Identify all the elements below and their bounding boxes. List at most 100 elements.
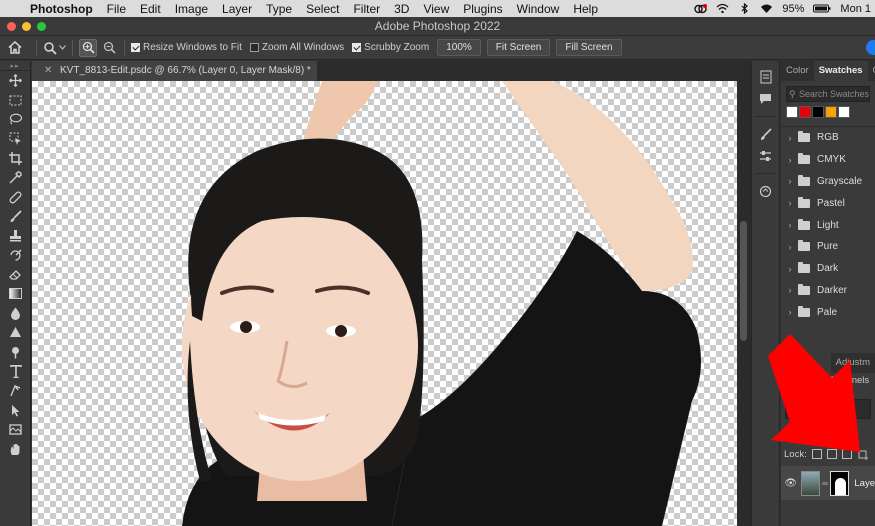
zoom-all-windows-checkbox[interactable]: Zoom All Windows — [249, 42, 344, 53]
swatch-group-pastel[interactable]: › Pastel — [781, 192, 875, 214]
checkbox-unchecked[interactable] — [249, 43, 259, 52]
clone-stamp-tool-icon[interactable] — [0, 226, 31, 245]
chevron-right-icon[interactable]: › — [784, 285, 796, 295]
move-tool-icon[interactable] — [0, 71, 31, 90]
type-tool-icon[interactable] — [0, 362, 31, 381]
adjustments-panel-icon[interactable] — [752, 145, 779, 167]
toolbox-grip[interactable]: ▸▸ — [0, 61, 30, 71]
object-select-tool-icon[interactable] — [0, 129, 31, 148]
crop-tool-icon[interactable] — [0, 149, 31, 168]
brush-tool-icon[interactable] — [0, 207, 31, 226]
zoom-tool-icon[interactable] — [0, 439, 31, 458]
wifi-extra-icon[interactable] — [716, 3, 729, 14]
gradient-tool-icon[interactable] — [0, 284, 31, 303]
close-document-icon[interactable]: ✕ — [44, 61, 52, 81]
zoom-100-button[interactable]: 100% — [437, 39, 481, 56]
path-select-tool-icon[interactable] — [0, 381, 31, 400]
eyedropper-tool-icon[interactable] — [0, 168, 31, 187]
swatch-group-darker[interactable]: › Darker — [781, 280, 875, 302]
share-button[interactable] — [866, 40, 875, 55]
chevron-right-icon[interactable]: › — [784, 242, 796, 252]
minimize-window-button[interactable] — [22, 22, 31, 31]
marquee-tool-icon[interactable] — [0, 90, 31, 109]
zoom-tool-preset[interactable] — [43, 41, 66, 55]
history-brush-tool-icon[interactable] — [0, 246, 31, 265]
creative-cloud-icon[interactable] — [694, 3, 708, 14]
comments-panel-icon[interactable] — [752, 88, 779, 110]
app-menu[interactable]: Photoshop — [30, 2, 93, 16]
scrubby-zoom-checkbox[interactable]: Scrubby Zoom — [352, 42, 429, 53]
pen-tool-icon[interactable] — [0, 342, 31, 361]
brush-settings-panel-icon[interactable] — [752, 123, 779, 145]
resize-windows-checkbox[interactable]: Resize Windows to Fit — [131, 42, 242, 53]
zoom-window-button[interactable] — [37, 22, 46, 31]
swatch-group-cmyk[interactable]: › CMYK — [781, 149, 875, 171]
menu-file[interactable]: File — [107, 2, 126, 16]
swatch-group-pale[interactable]: › Pale — [781, 301, 875, 323]
menu-edit[interactable]: Edit — [140, 2, 161, 16]
tab-color[interactable]: Color — [781, 61, 814, 81]
menu-select[interactable]: Select — [306, 2, 339, 16]
chevron-right-icon[interactable]: › — [784, 176, 796, 186]
eraser-tool-icon[interactable] — [0, 265, 31, 284]
wifi-icon[interactable] — [760, 3, 773, 14]
menu-layer[interactable]: Layer — [222, 2, 252, 16]
mask-link-icon[interactable]: ∞ — [822, 479, 828, 488]
fill-screen-button[interactable]: Fill Screen — [556, 39, 622, 56]
layer-name[interactable]: Laye — [854, 478, 875, 489]
visibility-eye-icon[interactable]: 👁 — [781, 478, 801, 489]
recent-swatch[interactable] — [786, 106, 798, 118]
swatch-group-light[interactable]: › Light — [781, 214, 875, 236]
tab-swatches[interactable]: Swatches — [813, 61, 868, 81]
chevron-right-icon[interactable]: › — [784, 307, 796, 317]
blur-tool-icon[interactable] — [0, 304, 31, 323]
recent-swatch[interactable] — [799, 106, 811, 118]
menu-image[interactable]: Image — [175, 2, 208, 16]
history-panel-icon[interactable] — [752, 66, 779, 88]
menu-view[interactable]: View — [423, 2, 449, 16]
fit-screen-button[interactable]: Fit Screen — [486, 39, 551, 56]
scrollbar-thumb[interactable] — [740, 221, 747, 341]
checkbox-checked[interactable] — [352, 43, 362, 52]
recent-swatch[interactable] — [825, 106, 837, 118]
swatch-group-pure[interactable]: › Pure — [781, 236, 875, 258]
libraries-panel-icon[interactable] — [752, 180, 779, 202]
layer-row-layer-0[interactable]: 👁 ∞ Laye — [781, 466, 875, 500]
search-swatches-input[interactable]: ⚲ Search Swatches — [786, 86, 870, 102]
chevron-right-icon[interactable]: › — [784, 133, 796, 143]
swatch-group-dark[interactable]: › Dark — [781, 258, 875, 280]
menu-filter[interactable]: Filter — [353, 2, 380, 16]
zoom-in-button[interactable] — [79, 38, 97, 57]
canvas-vertical-scrollbar[interactable] — [737, 81, 751, 526]
battery-icon[interactable] — [813, 3, 831, 14]
bluetooth-icon[interactable] — [738, 3, 751, 14]
tab-gradients[interactable]: Gr — [868, 61, 875, 81]
menu-3d[interactable]: 3D — [394, 2, 409, 16]
hand-tool-icon[interactable] — [0, 420, 31, 439]
lasso-tool-icon[interactable] — [0, 110, 31, 129]
chevron-right-icon[interactable]: › — [784, 155, 796, 165]
checkbox-checked[interactable] — [131, 43, 140, 52]
layer-mask-thumbnail[interactable] — [829, 470, 850, 496]
document-canvas[interactable] — [32, 81, 737, 526]
swatch-group-grayscale[interactable]: › Grayscale — [781, 171, 875, 193]
home-button[interactable] — [0, 36, 30, 60]
recent-swatch[interactable] — [838, 106, 850, 118]
menu-plugins[interactable]: Plugins — [463, 2, 502, 16]
chevron-right-icon[interactable]: › — [784, 198, 796, 208]
menu-help[interactable]: Help — [573, 2, 598, 16]
document-tab-title: KVT_8813-Edit.psdc @ 66.7% (Layer 0, Lay… — [60, 65, 311, 76]
shape-tool-icon[interactable] — [0, 401, 31, 420]
menu-window[interactable]: Window — [517, 2, 560, 16]
dodge-tool-icon[interactable] — [0, 323, 31, 342]
close-window-button[interactable] — [7, 22, 16, 31]
layer-thumbnail[interactable] — [800, 470, 821, 496]
menu-type[interactable]: Type — [266, 2, 292, 16]
healing-brush-tool-icon[interactable] — [0, 187, 31, 206]
zoom-out-button[interactable] — [100, 39, 118, 57]
document-tab[interactable]: ✕ KVT_8813-Edit.psdc @ 66.7% (Layer 0, L… — [32, 61, 317, 81]
recent-swatch[interactable] — [812, 106, 824, 118]
chevron-right-icon[interactable]: › — [784, 264, 796, 274]
swatch-group-rgb[interactable]: › RGB — [781, 127, 875, 149]
chevron-right-icon[interactable]: › — [784, 220, 796, 230]
